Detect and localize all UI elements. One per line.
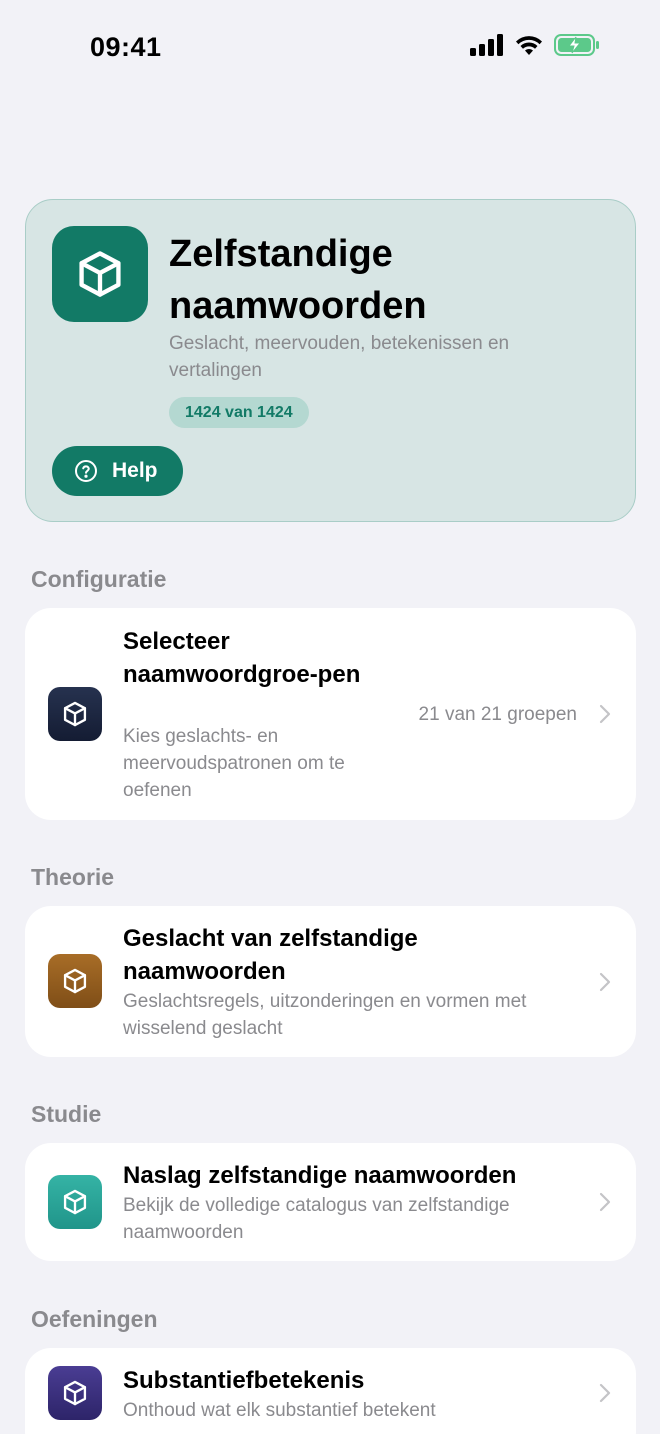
row-select-noun-groups[interactable]: Selecteer naamwoordgroe-pen Kies geslach… [25, 608, 636, 820]
row-subtitle: Onthoud wat elk substantief betekent [123, 1400, 436, 1421]
hero-icon-tile [52, 226, 148, 322]
cube-icon [79, 251, 121, 297]
row-title: Geslacht van zelfstandige naamwoorden [123, 925, 418, 985]
row-title: Selecteer naamwoordgroe-pen [123, 628, 361, 688]
screen: 09:41 Zelfstandige naamwoorden Geslacht,… [0, 0, 660, 1434]
row-icon-tile [48, 1175, 102, 1229]
section-header-theorie: Theorie [31, 864, 115, 890]
cellular-signal-icon [470, 34, 503, 56]
row-subtitle: Kies geslachts- en meervoudspatronen om … [123, 726, 345, 801]
chevron-right-icon [599, 972, 611, 992]
row-noun-meaning-exercise[interactable]: Substantiefbetekenis Onthoud wat elk sub… [25, 1348, 636, 1434]
status-bar: 09:41 [0, 0, 660, 96]
progress-badge: 1424 van 1424 [169, 397, 309, 428]
row-icon-tile [48, 954, 102, 1008]
chevron-right-icon [599, 704, 611, 724]
row-noun-reference[interactable]: Naslag zelfstandige naamwoorden Bekijk d… [25, 1143, 636, 1261]
row-icon-tile [48, 687, 102, 741]
row-icon-tile [48, 1366, 102, 1420]
wifi-icon [516, 36, 542, 55]
cube-icon [63, 968, 87, 994]
row-subtitle: Geslachtsregels, uitzonderingen en vorme… [123, 991, 527, 1039]
cube-icon [63, 1380, 87, 1406]
help-button-label: Help [112, 459, 158, 482]
row-title: Naslag zelfstandige naamwoorden [123, 1162, 517, 1189]
cube-icon [63, 701, 87, 727]
chevron-right-icon [599, 1192, 611, 1212]
row-value: 21 van 21 groepen [418, 704, 577, 725]
row-title: Substantiefbetekenis [123, 1367, 365, 1394]
row-noun-gender-theory[interactable]: Geslacht van zelfstandige naamwoorden Ge… [25, 906, 636, 1057]
row-subtitle: Bekijk de volledige catalogus van zelfst… [123, 1195, 510, 1243]
battery-charging-icon [554, 34, 599, 56]
chevron-right-icon [599, 1383, 611, 1403]
section-header-studie: Studie [31, 1101, 102, 1127]
status-time: 09:41 [90, 32, 162, 62]
status-icons [470, 34, 600, 56]
hero-card: Zelfstandige naamwoorden Geslacht, meerv… [25, 199, 636, 522]
cube-icon [63, 1189, 87, 1215]
section-header-configuratie: Configuratie [31, 566, 167, 592]
section-header-oefeningen: Oefeningen [31, 1306, 158, 1332]
help-button[interactable]: Help [52, 446, 183, 496]
page-subtitle: Geslacht, meervouden, betekenissen en ve… [169, 333, 510, 381]
page-title: Zelfstandige naamwoorden [169, 233, 427, 327]
question-circle-icon [75, 460, 97, 482]
